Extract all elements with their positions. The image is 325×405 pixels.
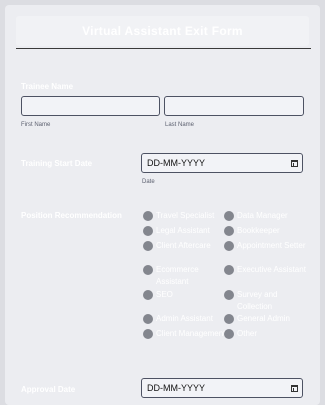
radio-label: Executive Assistant [237,265,306,274]
radio-label: Client Aftercare [156,241,211,250]
radio-button[interactable] [224,226,234,236]
radio-bookkeeper[interactable]: Bookkeeper [224,225,307,237]
position-recommendation-label: Position Recommendation [21,211,122,220]
approval-date-label: Approval Date [21,385,76,394]
radio-label: Bookkeeper [237,226,280,235]
radio-label: Legal Assistant [156,226,210,235]
radio-admin-assistant[interactable]: Admin Assistant [143,313,226,325]
radio-button[interactable] [143,226,153,236]
radio-ecommerce-assistant[interactable]: Ecommerce Assistant [143,264,226,288]
radio-button[interactable] [143,290,153,300]
calendar-icon[interactable] [291,159,298,167]
training-start-label: Training Start Date [21,159,93,168]
radio-other[interactable]: Other [224,328,307,340]
radio-travel-specialist[interactable]: Travel Specialist [143,210,226,222]
trainee-name-label: Trainee Name [21,82,74,91]
radio-button[interactable] [224,265,234,275]
radio-label: Travel Specialist [156,211,215,220]
radio-label: General Admin [237,314,290,323]
radio-button[interactable] [143,211,153,221]
radio-button[interactable] [143,265,153,275]
first-name-input[interactable] [21,96,160,116]
radio-appointment-setter[interactable]: Appointment Setter [224,240,307,252]
title-divider [16,48,311,49]
radio-label: Ecommerce Assistant [156,265,199,286]
first-name-sublabel: First Name [21,122,51,128]
radio-label: Admin Assistant [156,314,213,323]
radio-general-admin[interactable]: General Admin [224,313,307,325]
radio-client-management[interactable]: Client Management [143,328,226,340]
radio-button[interactable] [224,211,234,221]
last-name-sublabel: Last Name [165,122,195,128]
radio-label: Data Manager [237,211,288,220]
radio-button[interactable] [143,241,153,251]
radio-button[interactable] [143,314,153,324]
approval-date-placeholder: DD-MM-YYYY [147,383,205,393]
radio-label: Client Management [156,329,226,338]
form-title: Virtual Assistant Exit Form [16,16,309,46]
radio-legal-assistant[interactable]: Legal Assistant [143,225,226,237]
radio-button[interactable] [224,241,234,251]
radio-client-aftercare[interactable]: Client Aftercare [143,240,226,252]
radio-button[interactable] [224,329,234,339]
radio-executive-assistant[interactable]: Executive Assistant [224,264,307,276]
training-start-sublabel: Date [142,179,155,185]
radio-survey-and-collection[interactable]: Survey and Collection [224,289,307,313]
radio-label: Survey and Collection [237,290,278,311]
radio-button[interactable] [224,290,234,300]
radio-label: Other [237,329,258,338]
calendar-icon[interactable] [291,384,298,392]
radio-data-manager[interactable]: Data Manager [224,210,307,222]
radio-label: Appointment Setter [237,241,306,250]
radio-seo[interactable]: SEO [143,289,226,301]
training-start-date-input[interactable]: DD-MM-YYYY [141,153,303,173]
form-card [5,5,320,405]
last-name-input[interactable] [164,96,304,116]
radio-label: SEO [156,290,173,299]
approval-date-input[interactable]: DD-MM-YYYY [141,378,303,398]
training-start-placeholder: DD-MM-YYYY [147,158,205,168]
form-title-text: Virtual Assistant Exit Form [82,24,243,38]
radio-button[interactable] [224,314,234,324]
radio-button[interactable] [143,329,153,339]
